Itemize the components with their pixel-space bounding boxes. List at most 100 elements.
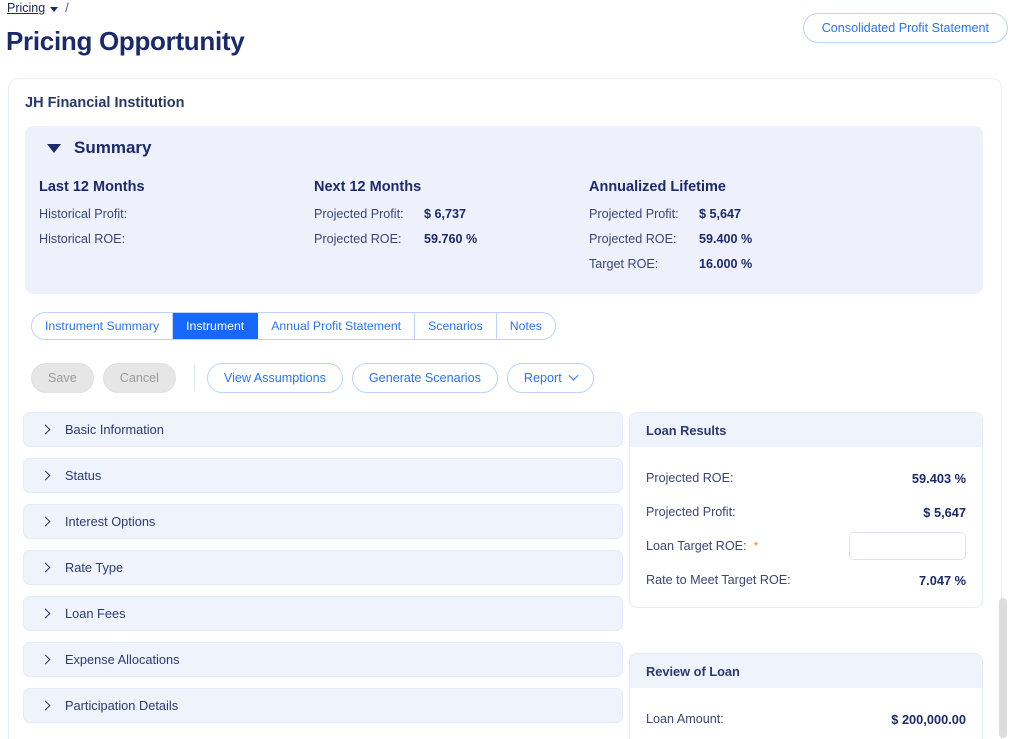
generate-scenarios-button[interactable]: Generate Scenarios — [351, 363, 498, 393]
summary-row: Projected Profit: $ 6,737 — [314, 207, 589, 221]
summary-row-value: $ 6,737 — [424, 207, 467, 221]
report-label: Report — [523, 371, 562, 385]
accordion-item-expense-allocations[interactable]: Expense Allocations — [23, 642, 623, 677]
loan-results-projected-roe-value: 59.403 % — [911, 470, 966, 486]
accordion-item-rate-type[interactable]: Rate Type — [23, 550, 623, 585]
summary-row-label: Projected ROE: — [589, 232, 677, 246]
accordion-item-loan-fees[interactable]: Loan Fees — [23, 596, 623, 631]
summary-row-label: Target ROE: — [589, 257, 659, 271]
page-title: Pricing Opportunity — [6, 26, 245, 56]
accordion-item-status[interactable]: Status — [23, 458, 623, 493]
accordion-item-label: Loan Fees — [65, 606, 126, 621]
loan-results-projected-profit-row: Projected Profit: $ 5,647 — [646, 495, 966, 529]
loan-amount-label: Loan Amount: — [646, 712, 724, 726]
triangle-down-icon[interactable] — [47, 143, 61, 153]
accordion-item-label: Status — [65, 468, 102, 483]
view-assumptions-button[interactable]: View Assumptions — [206, 363, 343, 393]
rate-to-meet-target-roe-value: 7.047 % — [919, 572, 966, 588]
accordion-item-label: Rate Type — [65, 560, 124, 575]
summary-row-value: 16.000 % — [699, 257, 753, 271]
breadcrumb-link-pricing[interactable]: Pricing — [7, 1, 45, 15]
tab-bar: Instrument Summary Instrument Annual Pro… — [31, 312, 556, 340]
summary-row-label: Projected Profit: — [314, 207, 404, 221]
summary-row-label: Historical ROE: — [39, 232, 126, 246]
summary-title: Summary — [74, 138, 152, 157]
loan-target-roe-input-group[interactable]: % — [849, 532, 966, 560]
consolidated-profit-statement-button[interactable]: Consolidated Profit Statement — [802, 13, 1008, 43]
loan-amount-value: $ 200,000.00 — [891, 711, 966, 727]
summary-row-label: Historical Profit: — [39, 207, 128, 221]
page-root: Pricing / Pricing Opportunity Consolidat… — [0, 0, 1010, 739]
save-button[interactable]: Save — [31, 363, 94, 393]
toolbar-divider — [193, 365, 195, 391]
summary-row-label: Projected Profit: — [589, 207, 679, 221]
action-toolbar: Save Cancel View Assumptions Generate Sc… — [31, 363, 594, 393]
summary-row: Projected Profit: $ 5,647 — [589, 207, 889, 221]
accordion-item-label: Participation Details — [65, 698, 179, 713]
loan-results-body: Projected ROE: 59.403 % Projected Profit… — [630, 447, 982, 607]
summary-column-title: Next 12 Months — [314, 179, 422, 195]
summary-row-value: 59.760 % — [424, 232, 478, 246]
loan-target-roe-label: Loan Target ROE: * — [646, 539, 758, 553]
summary-row-value: 59.400 % — [699, 232, 753, 246]
institution-name: JH Financial Institution — [25, 95, 185, 111]
report-dropdown-button[interactable]: Report — [506, 363, 594, 393]
summary-columns: Last 12 Months Historical Profit: Histor… — [39, 179, 983, 282]
summary-row: Historical ROE: — [39, 232, 314, 246]
tab-notes[interactable]: Notes — [497, 313, 555, 339]
chevron-right-icon — [40, 700, 51, 711]
summary-toggle[interactable]: Summary — [47, 138, 151, 158]
review-of-loan-title: Review of Loan — [630, 654, 982, 688]
accordion-item-basic-information[interactable]: Basic Information — [23, 412, 623, 447]
tab-annual-profit-statement[interactable]: Annual Profit Statement — [258, 313, 416, 339]
accordion-list: Basic Information Status Interest Option… — [23, 412, 623, 734]
summary-row: Projected ROE: 59.760 % — [314, 232, 589, 246]
loan-target-roe-input[interactable] — [850, 533, 965, 559]
accordion-item-label: Interest Options — [65, 514, 156, 529]
tab-scenarios[interactable]: Scenarios — [415, 313, 497, 339]
loan-target-roe-label-text: Loan Target ROE: — [646, 539, 747, 553]
review-of-loan-body: Loan Amount: $ 200,000.00 — [630, 688, 982, 739]
summary-panel: Summary Last 12 Months Historical Profit… — [25, 126, 983, 294]
cancel-button[interactable]: Cancel — [102, 363, 176, 393]
required-asterisk-icon: * — [753, 539, 759, 553]
page-scrollbar-thumb[interactable] — [999, 598, 1007, 738]
loan-results-title: Loan Results — [630, 413, 982, 447]
summary-column-last-12-months: Last 12 Months Historical Profit: Histor… — [39, 179, 314, 282]
breadcrumb: Pricing / — [7, 1, 69, 15]
tab-instrument-summary[interactable]: Instrument Summary — [32, 313, 174, 339]
chevron-right-icon — [40, 424, 51, 435]
summary-row: Target ROE: 16.000 % — [589, 257, 889, 271]
breadcrumb-separator: / — [65, 1, 69, 15]
loan-target-roe-row: Loan Target ROE: * % — [646, 529, 966, 563]
chevron-right-icon — [40, 654, 51, 665]
loan-results-projected-profit-value: $ 5,647 — [923, 504, 966, 520]
tab-instrument[interactable]: Instrument — [173, 313, 259, 339]
rate-to-meet-target-roe-label: Rate to Meet Target ROE: — [646, 573, 791, 587]
chevron-down-icon — [568, 370, 579, 381]
accordion-item-label: Basic Information — [65, 422, 164, 437]
loan-results-projected-roe-row: Projected ROE: 59.403 % — [646, 461, 966, 495]
chevron-down-icon[interactable] — [50, 6, 59, 12]
chevron-right-icon — [40, 516, 51, 527]
accordion-item-label: Expense Allocations — [65, 652, 180, 667]
summary-column-title: Last 12 Months — [39, 179, 145, 195]
rate-to-meet-target-roe-row: Rate to Meet Target ROE: 7.047 % — [646, 563, 966, 597]
summary-column-title: Annualized Lifetime — [589, 179, 726, 195]
accordion-item-interest-options[interactable]: Interest Options — [23, 504, 623, 539]
summary-row: Historical Profit: — [39, 207, 314, 221]
page-scrollbar-track[interactable] — [997, 78, 1009, 739]
chevron-right-icon — [40, 470, 51, 481]
summary-column-next-12-months: Next 12 Months Projected Profit: $ 6,737… — [314, 179, 589, 282]
accordion-item-participation-details[interactable]: Participation Details — [23, 688, 623, 723]
summary-column-annualized-lifetime: Annualized Lifetime Projected Profit: $ … — [589, 179, 889, 282]
review-of-loan-panel: Review of Loan Loan Amount: $ 200,000.00 — [629, 653, 983, 739]
chevron-right-icon — [40, 562, 51, 573]
summary-row-label: Projected ROE: — [314, 232, 402, 246]
loan-results-projected-profit-label: Projected Profit: — [646, 505, 736, 519]
loan-results-panel: Loan Results Projected ROE: 59.403 % Pro… — [629, 412, 983, 608]
summary-row: Projected ROE: 59.400 % — [589, 232, 889, 246]
loan-amount-row: Loan Amount: $ 200,000.00 — [646, 702, 966, 736]
loan-results-projected-roe-label: Projected ROE: — [646, 471, 734, 485]
main-content-card: JH Financial Institution Summary Last 12… — [8, 78, 1002, 739]
